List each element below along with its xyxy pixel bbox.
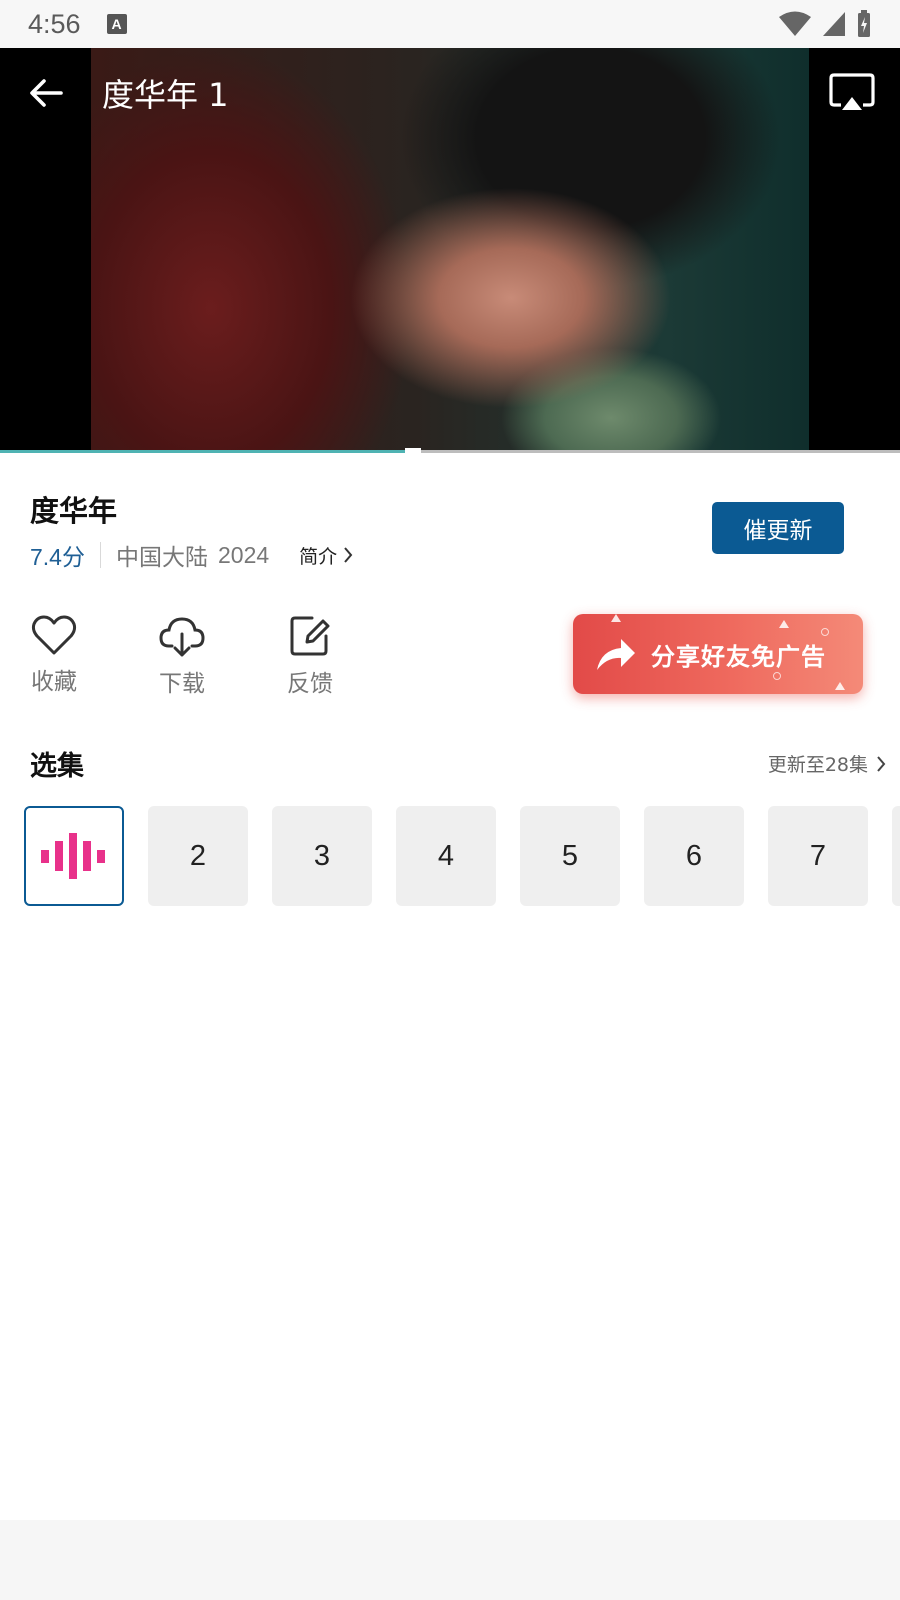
urge-update-button[interactable]: 催更新 — [712, 502, 844, 554]
decor-triangle — [779, 620, 789, 628]
meta-divider — [99, 542, 101, 568]
wifi-icon — [779, 11, 811, 36]
region: 中国大陆 — [115, 545, 208, 571]
share-arrow-icon — [597, 639, 635, 670]
chevron-right-icon — [877, 755, 886, 772]
feedback-button[interactable]: 反馈 — [275, 614, 345, 698]
player-top-bar: 度华年 1 — [0, 48, 900, 138]
episode-list: 2 3 4 5 6 7 8 — [24, 806, 900, 906]
show-title: 度华年 — [30, 494, 118, 528]
decor-triangle — [835, 682, 845, 690]
episode-number: 6 — [685, 839, 703, 872]
episodes-title: 选集 — [30, 751, 84, 782]
episodes-more-link[interactable]: 更新至28集 — [768, 750, 886, 777]
download-button[interactable]: 下载 — [147, 614, 217, 698]
heart-icon — [31, 615, 77, 655]
audio-playing-icon — [41, 833, 105, 879]
episode-number: 7 — [809, 839, 827, 872]
battery-charging-icon — [858, 10, 870, 37]
show-meta: 7.4分 中国大陆 2024 简介 — [30, 538, 353, 572]
rating: 7.4分 — [30, 544, 85, 570]
episode-number: 2 — [189, 839, 207, 872]
feedback-label: 反馈 — [287, 671, 333, 697]
video-progress-fill — [0, 450, 405, 453]
favorite-label: 收藏 — [31, 669, 77, 695]
share-no-ads-banner[interactable]: 分享好友免广告 — [573, 614, 863, 694]
share-banner-label: 分享好友免广告 — [651, 642, 826, 671]
episode-1-button[interactable] — [24, 806, 124, 906]
favorite-button[interactable]: 收藏 — [19, 614, 89, 696]
episode-4-button[interactable]: 4 — [396, 806, 496, 906]
episode-8-button[interactable]: 8 — [892, 806, 900, 906]
video-title: 度华年 1 — [102, 76, 229, 114]
app-notification-icon: A — [106, 14, 127, 34]
chevron-right-icon — [344, 547, 353, 563]
decor-triangle — [611, 614, 621, 622]
episode-number: 4 — [437, 839, 455, 872]
status-icons — [778, 10, 872, 38]
back-arrow-icon[interactable] — [24, 71, 68, 115]
episode-7-button[interactable]: 7 — [768, 806, 868, 906]
signal-icon — [823, 12, 845, 36]
episode-number: 3 — [313, 839, 331, 872]
download-label: 下载 — [159, 671, 205, 697]
status-bar: 4:56 A — [0, 0, 900, 48]
video-progress-handle[interactable] — [405, 448, 421, 454]
episode-5-button[interactable]: 5 — [520, 806, 620, 906]
episode-3-button[interactable]: 3 — [272, 806, 372, 906]
edit-feedback-icon — [290, 616, 330, 656]
intro-link[interactable]: 简介 — [299, 542, 353, 569]
year: 2024 — [217, 541, 270, 568]
status-time: 4:56 — [28, 8, 81, 39]
cloud-download-icon — [159, 617, 205, 657]
episode-number: 5 — [561, 839, 579, 872]
episode-2-button[interactable]: 2 — [148, 806, 248, 906]
episode-6-button[interactable]: 6 — [644, 806, 744, 906]
bottom-area — [0, 1520, 900, 1600]
decor-sparkle — [821, 628, 829, 636]
video-progress-bar[interactable] — [0, 448, 900, 454]
cast-screen-icon[interactable] — [828, 71, 876, 115]
decor-sparkle — [773, 672, 781, 680]
episodes-update-status: 更新至28集 — [767, 754, 868, 776]
intro-label: 简介 — [299, 545, 338, 568]
